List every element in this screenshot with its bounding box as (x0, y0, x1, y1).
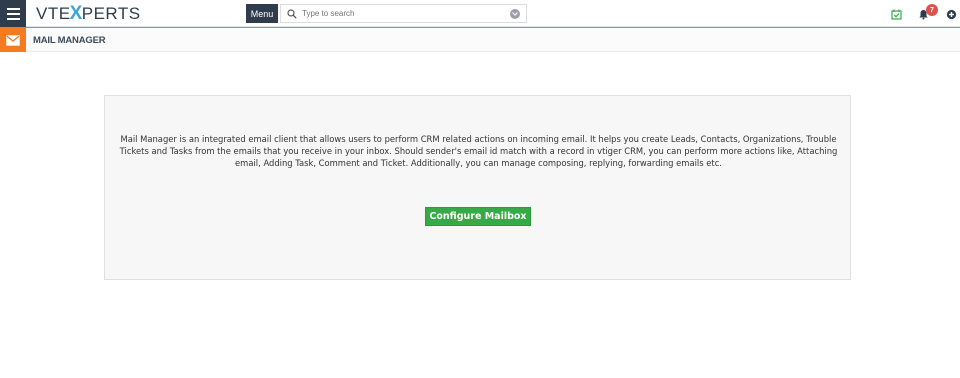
module-header: MAIL MANAGER (0, 27, 960, 52)
mail-manager-intro-panel: Mail Manager is an integrated email clie… (104, 95, 851, 280)
plus-circle-icon[interactable] (944, 7, 958, 21)
global-search[interactable] (280, 4, 527, 23)
notification-count-badge[interactable]: 7 (926, 4, 938, 16)
calendar-check-icon[interactable] (889, 7, 903, 21)
top-navbar: VTEXPERTS Menu 7 (0, 0, 960, 27)
logo-suffix: PERTS (81, 4, 141, 23)
configure-mailbox-button[interactable]: Configure Mailbox (425, 207, 531, 226)
search-input[interactable] (302, 9, 512, 18)
chevron-down-icon[interactable] (510, 9, 520, 19)
menu-button[interactable]: Menu (246, 4, 278, 23)
search-icon (285, 7, 299, 21)
logo-prefix: VTE (36, 4, 71, 23)
app-logo[interactable]: VTE X PERTS (36, 3, 141, 24)
mail-manager-description: Mail Manager is an integrated email clie… (119, 134, 838, 168)
envelope-icon[interactable] (0, 28, 26, 52)
hamburger-menu-icon[interactable] (0, 0, 26, 27)
module-title[interactable]: MAIL MANAGER (33, 35, 106, 46)
